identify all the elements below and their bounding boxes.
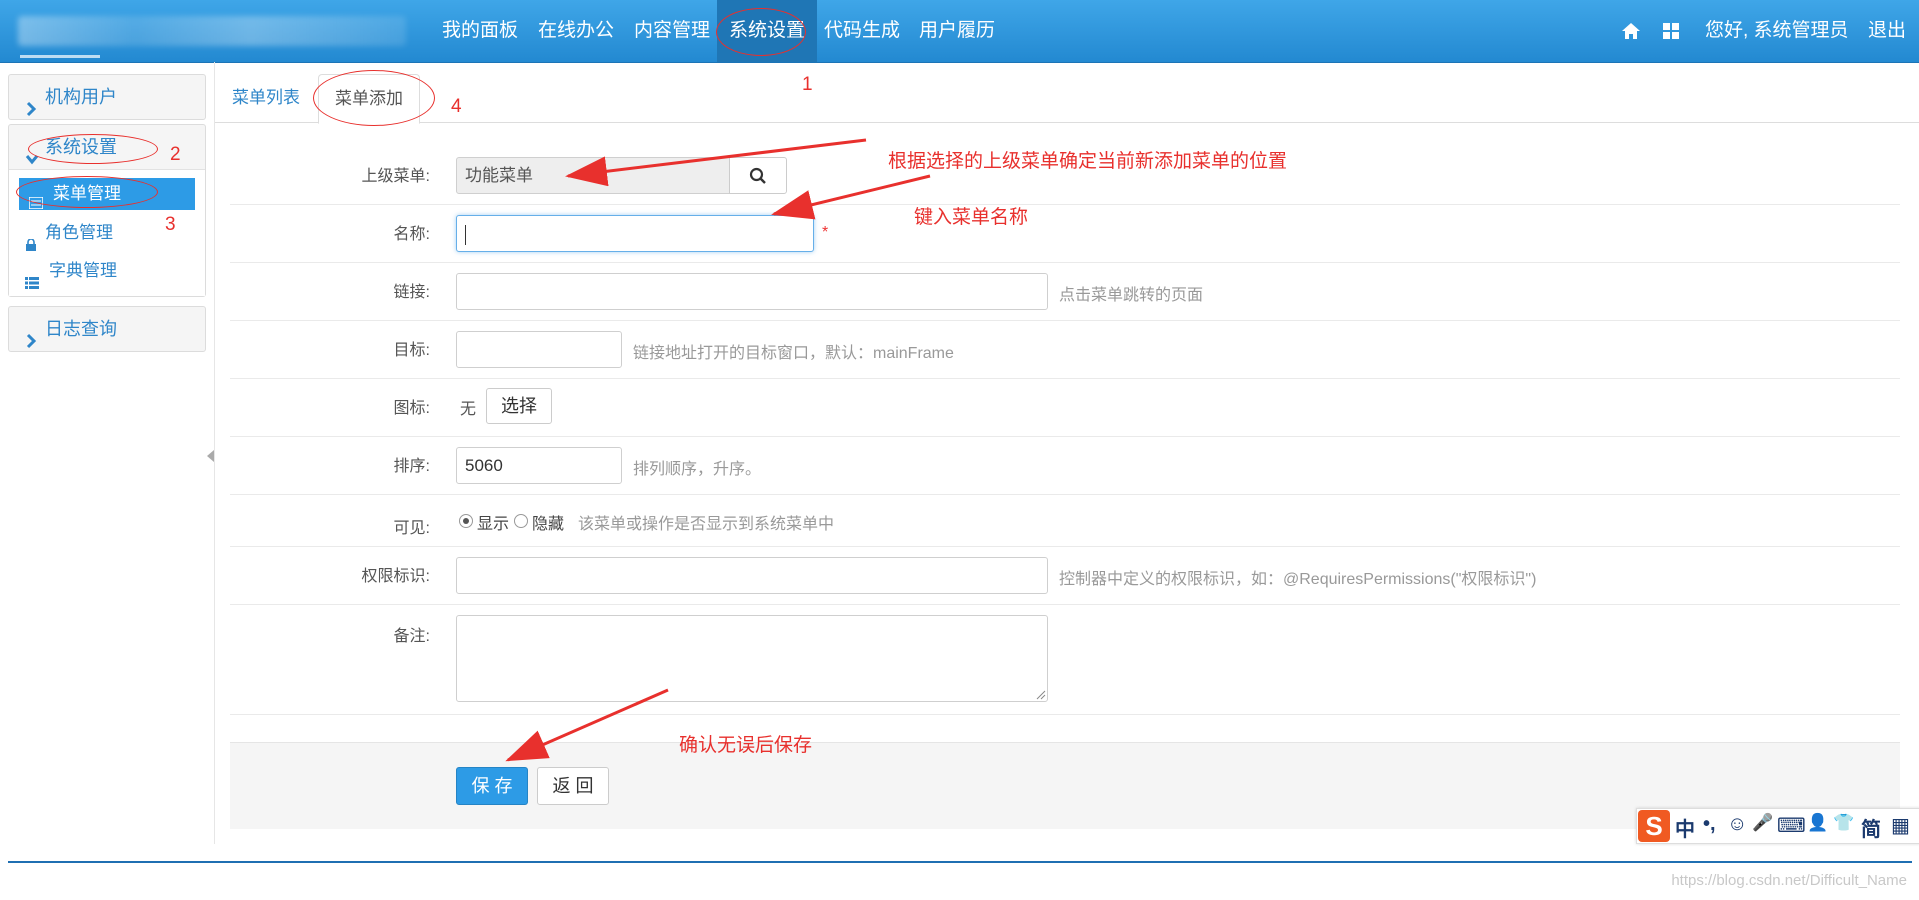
annotation-save-note: 确认无误后保存	[679, 735, 813, 756]
ime-voice-icon[interactable]: 🎤	[1752, 813, 1773, 833]
ime-punctuation-icon[interactable]: •,	[1703, 813, 1716, 836]
ime-emoji-icon[interactable]: ☺	[1727, 813, 1747, 836]
ime-skin-icon[interactable]: 👕	[1833, 813, 1854, 833]
annotation-parent-note: 根据选择的上级菜单确定当前新添加菜单的位置	[888, 151, 1288, 172]
ime-simplified-mode[interactable]: 简	[1861, 813, 1881, 842]
ime-chinese-mode[interactable]: 中	[1675, 813, 1695, 842]
sogou-logo-icon: S	[1638, 810, 1670, 842]
ime-user-icon[interactable]: 👤	[1807, 813, 1828, 833]
annotation-arrows	[505, 138, 931, 762]
ime-toolbar: S 中 •, ☺ 🎤 ⌨ 👤 👕 简 ▦	[1636, 808, 1919, 844]
ime-keyboard-icon[interactable]: ⌨	[1777, 813, 1806, 838]
annotation-name-note: 键入菜单名称	[914, 207, 1029, 228]
watermark: https://blog.csdn.net/Difficult_Name	[1671, 872, 1907, 889]
ime-toolbox-icon[interactable]: ▦	[1891, 813, 1910, 838]
footer-divider	[8, 861, 1912, 863]
